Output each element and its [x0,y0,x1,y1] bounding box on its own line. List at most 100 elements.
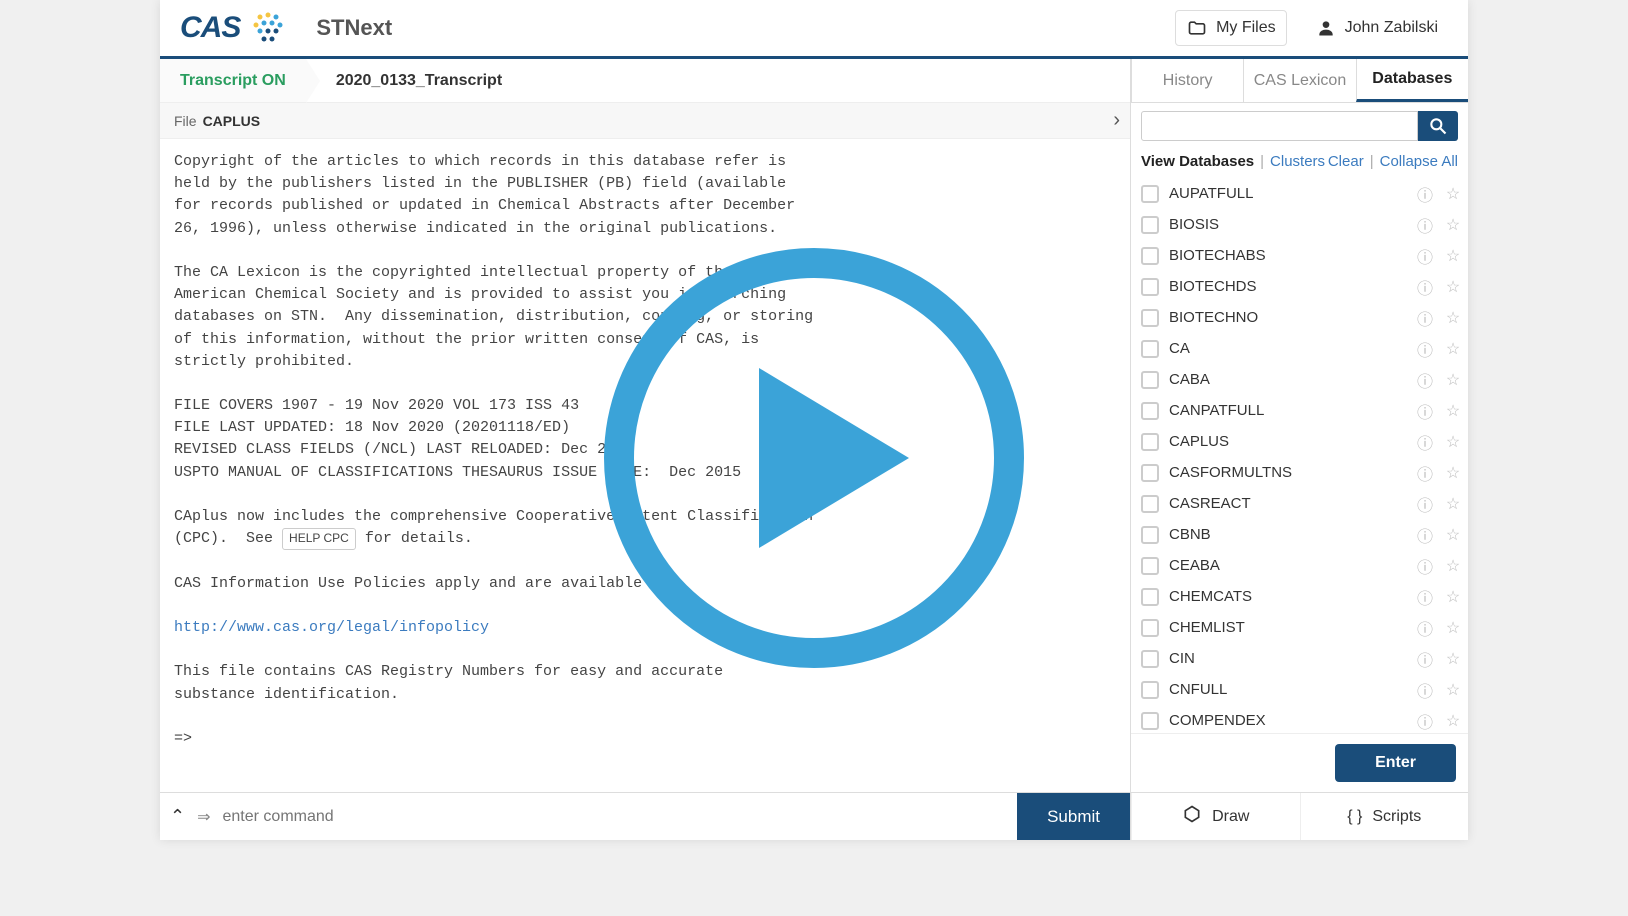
db-name[interactable]: CEABA [1169,557,1406,574]
chevron-up-icon[interactable]: ⌃ [170,806,185,827]
db-checkbox[interactable] [1141,464,1159,482]
db-name[interactable]: CA [1169,340,1406,357]
db-checkbox[interactable] [1141,340,1159,358]
db-name[interactable]: CASREACT [1169,495,1406,512]
db-name[interactable]: BIOTECHABS [1169,247,1406,264]
db-checkbox[interactable] [1141,650,1159,668]
collapse-all-link[interactable]: Collapse All [1380,153,1458,170]
info-icon[interactable]: ⓘ [1416,275,1434,299]
info-icon[interactable]: ⓘ [1416,585,1434,609]
infopolicy-link[interactable]: http://www.cas.org/legal/infopolicy [174,619,489,636]
db-name[interactable]: CABA [1169,371,1406,388]
db-checkbox[interactable] [1141,495,1159,513]
db-name[interactable]: CNFULL [1169,681,1406,698]
db-name[interactable]: CIN [1169,650,1406,667]
db-checkbox[interactable] [1141,247,1159,265]
info-icon[interactable]: ⓘ [1416,647,1434,671]
star-icon[interactable]: ☆ [1444,401,1462,421]
db-checkbox[interactable] [1141,371,1159,389]
tab-lexicon[interactable]: CAS Lexicon [1243,59,1355,102]
db-name[interactable]: AUPATFULL [1169,185,1406,202]
db-checkbox[interactable] [1141,309,1159,327]
star-icon[interactable]: ☆ [1444,215,1462,235]
info-icon[interactable]: ⓘ [1416,244,1434,268]
db-search-button[interactable] [1418,111,1458,141]
db-checkbox[interactable] [1141,526,1159,544]
star-icon[interactable]: ☆ [1444,308,1462,328]
star-icon[interactable]: ☆ [1444,463,1462,483]
info-icon[interactable]: ⓘ [1416,368,1434,392]
info-icon[interactable]: ⓘ [1416,306,1434,330]
db-checkbox[interactable] [1141,681,1159,699]
db-name[interactable]: BIOTECHNO [1169,309,1406,326]
info-icon[interactable]: ⓘ [1416,430,1434,454]
star-icon[interactable]: ☆ [1444,680,1462,700]
scripts-button[interactable]: { } Scripts [1300,793,1469,840]
db-name[interactable]: BIOSIS [1169,216,1406,233]
file-bar: File CAPLUS › [160,103,1130,139]
star-icon[interactable]: ☆ [1444,618,1462,638]
clear-link[interactable]: Clear [1328,153,1364,170]
clusters-link[interactable]: Clusters [1270,153,1325,170]
info-icon[interactable]: ⓘ [1416,213,1434,237]
star-icon[interactable]: ☆ [1444,587,1462,607]
logo[interactable]: CAS STNext [180,9,392,47]
db-search-input[interactable] [1141,111,1418,141]
enter-button[interactable]: Enter [1335,744,1456,782]
hexagon-icon [1182,804,1202,829]
info-icon[interactable]: ⓘ [1416,492,1434,516]
star-icon[interactable]: ☆ [1444,339,1462,359]
star-icon[interactable]: ☆ [1444,525,1462,545]
db-name[interactable]: CANPATFULL [1169,402,1406,419]
star-icon[interactable]: ☆ [1444,711,1462,731]
transcript-toggle[interactable]: Transcript ON [160,59,306,102]
star-icon[interactable]: ☆ [1444,277,1462,297]
star-icon[interactable]: ☆ [1444,494,1462,514]
db-name[interactable]: COMPENDEX [1169,712,1406,729]
info-icon[interactable]: ⓘ [1416,523,1434,547]
db-checkbox[interactable] [1141,588,1159,606]
info-icon[interactable]: ⓘ [1416,554,1434,578]
transcript-name[interactable]: 2020_0133_Transcript [306,72,532,90]
db-item: CASREACT ⓘ ☆ [1141,488,1462,519]
db-checkbox[interactable] [1141,712,1159,730]
db-checkbox[interactable] [1141,619,1159,637]
db-name[interactable]: CHEMCATS [1169,588,1406,605]
help-cpc-button[interactable]: HELP CPC [282,528,356,550]
star-icon[interactable]: ☆ [1444,556,1462,576]
user-menu[interactable]: John Zabilski [1305,11,1448,45]
db-checkbox[interactable] [1141,557,1159,575]
db-item: CEABA ⓘ ☆ [1141,550,1462,581]
info-icon[interactable]: ⓘ [1416,399,1434,423]
view-databases-label[interactable]: View Databases [1141,153,1254,170]
db-checkbox[interactable] [1141,402,1159,420]
draw-button[interactable]: Draw [1131,793,1300,840]
db-name[interactable]: CHEMLIST [1169,619,1406,636]
info-icon[interactable]: ⓘ [1416,337,1434,361]
star-icon[interactable]: ☆ [1444,246,1462,266]
db-name[interactable]: BIOTECHDS [1169,278,1406,295]
tab-databases[interactable]: Databases [1356,59,1468,102]
info-icon[interactable]: ⓘ [1416,616,1434,640]
db-name[interactable]: CAPLUS [1169,433,1406,450]
db-checkbox[interactable] [1141,216,1159,234]
db-checkbox[interactable] [1141,185,1159,203]
submit-button[interactable]: Submit [1017,793,1130,840]
database-list[interactable]: AUPATFULL ⓘ ☆ BIOSIS ⓘ ☆ BIOTECHABS ⓘ ☆ BIOTECHDS… [1131,178,1468,733]
db-checkbox[interactable] [1141,433,1159,451]
star-icon[interactable]: ☆ [1444,432,1462,452]
command-input[interactable] [223,808,1006,826]
info-icon[interactable]: ⓘ [1416,182,1434,206]
db-name[interactable]: CBNB [1169,526,1406,543]
info-icon[interactable]: ⓘ [1416,678,1434,702]
star-icon[interactable]: ☆ [1444,370,1462,390]
star-icon[interactable]: ☆ [1444,184,1462,204]
myfiles-button[interactable]: My Files [1175,10,1287,46]
db-checkbox[interactable] [1141,278,1159,296]
tab-history[interactable]: History [1131,59,1243,102]
info-icon[interactable]: ⓘ [1416,709,1434,733]
info-icon[interactable]: ⓘ [1416,461,1434,485]
db-name[interactable]: CASFORMULTNS [1169,464,1406,481]
star-icon[interactable]: ☆ [1444,649,1462,669]
chevron-right-icon[interactable]: › [1113,109,1120,132]
